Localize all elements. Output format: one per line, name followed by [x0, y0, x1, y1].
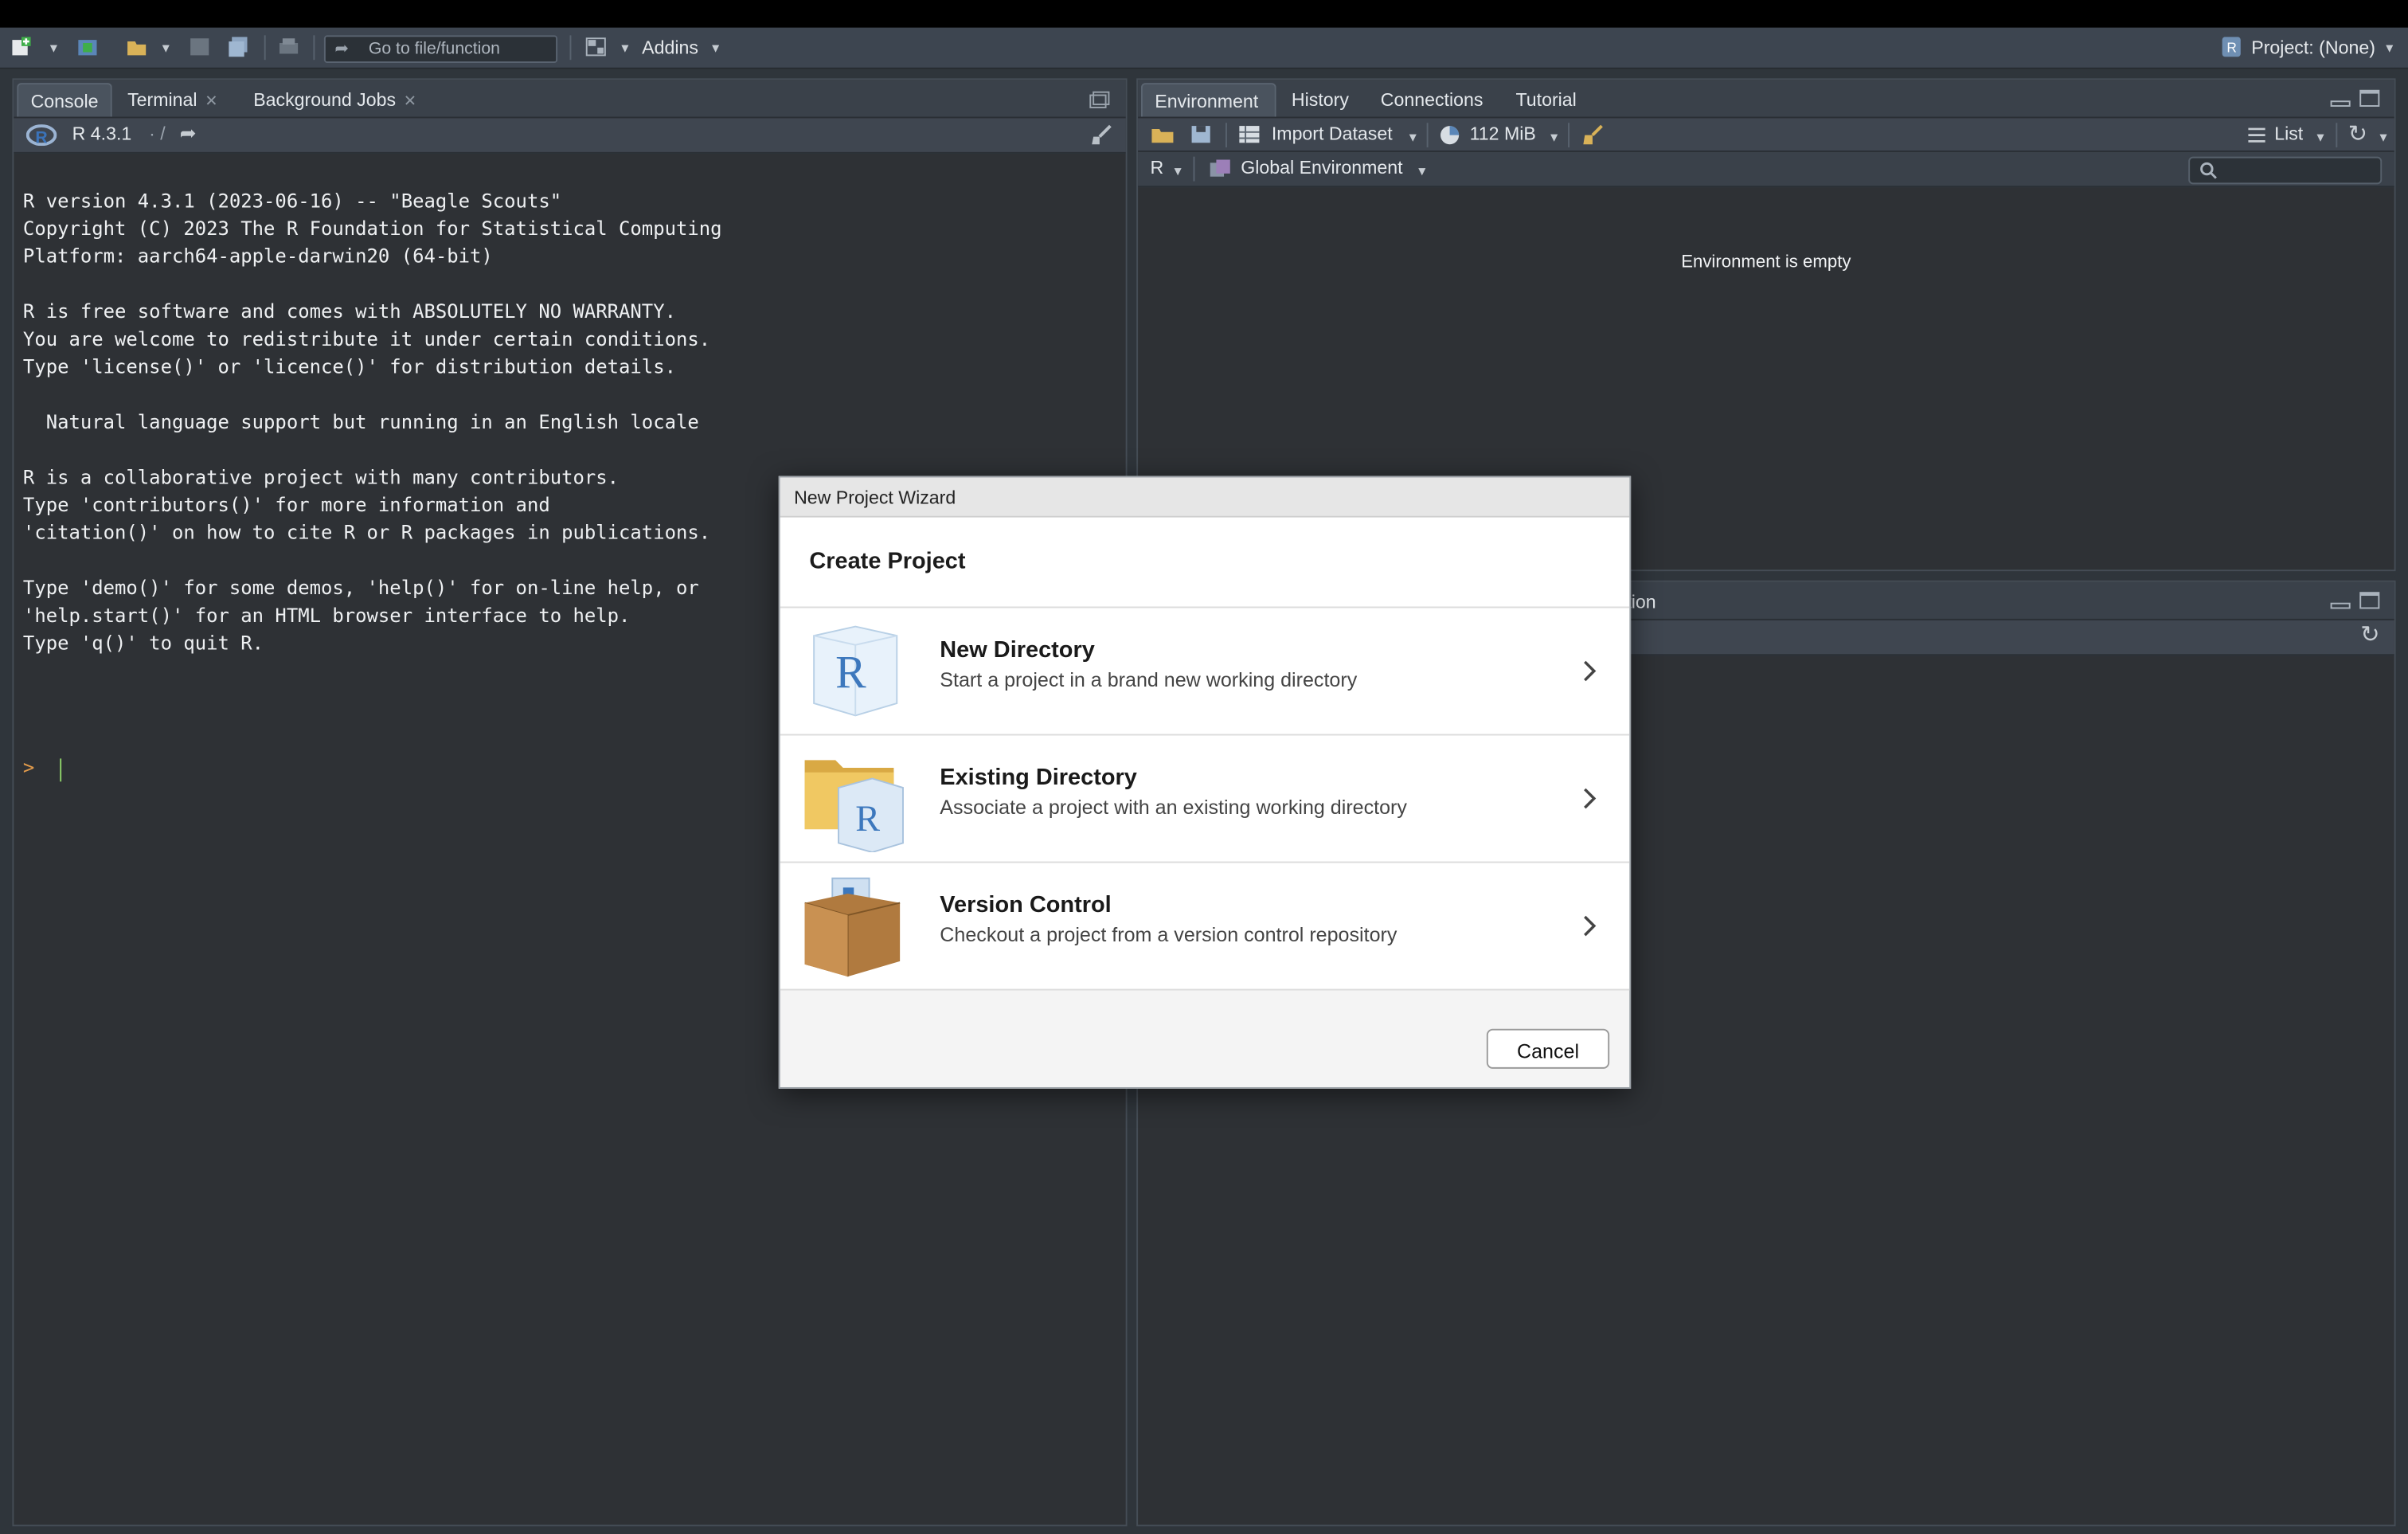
svg-text:R: R [35, 128, 47, 146]
tab-terminal[interactable]: Terminal ✕ [115, 83, 238, 116]
option-description: Checkout a project from a version contro… [940, 922, 1398, 946]
tab-history[interactable]: History [1279, 83, 1365, 116]
dialog-titlebar: New Project Wizard [780, 477, 1630, 518]
chevron-right-icon [1584, 788, 1597, 809]
open-folder-icon[interactable] [126, 37, 147, 57]
chevron-down-icon[interactable]: ▼ [2377, 131, 2389, 144]
svg-text:R: R [835, 647, 866, 699]
addins-menu[interactable]: Addins [642, 37, 698, 58]
refresh-icon[interactable]: ↻ [2360, 620, 2379, 648]
save-icon[interactable] [189, 37, 210, 57]
existing-directory-option[interactable]: R Existing Directory Associate a project… [780, 735, 1630, 863]
chevron-down-icon[interactable]: ▼ [160, 41, 172, 55]
svg-text:R: R [2226, 40, 2237, 56]
menu-bar [0, 0, 2408, 28]
option-title: Version Control [940, 892, 1112, 918]
chevron-down-icon[interactable]: ▼ [48, 41, 60, 55]
goto-arrow-icon: ➦ [334, 40, 350, 59]
scope-dropdown[interactable]: Global Environment [1241, 157, 1402, 178]
chevron-down-icon[interactable]: ▼ [1407, 131, 1419, 144]
box-icon [804, 877, 901, 977]
chevron-down-icon[interactable]: ▼ [1171, 164, 1183, 178]
goto-file-input[interactable]: ➦ Go to file/function [323, 35, 558, 64]
project-icon: R [2222, 37, 2241, 57]
tab-environment[interactable]: Environment [1140, 83, 1276, 117]
import-dataset-icon [1239, 126, 1260, 143]
restore-pane-icon[interactable] [1089, 91, 1110, 109]
refresh-icon[interactable]: ↻ [2348, 119, 2367, 147]
dialog-title: New Project Wizard [794, 487, 956, 509]
console-tabstrip: Console Terminal ✕ Background Jobs ✕ [14, 80, 1126, 117]
list-view-icon [2248, 127, 2265, 143]
version-control-option[interactable]: Version Control Checkout a project from … [780, 863, 1630, 991]
svg-text:R: R [855, 799, 880, 839]
create-project-header: Create Project [780, 517, 1630, 609]
cancel-button[interactable]: Cancel [1486, 1028, 1610, 1069]
chevron-down-icon[interactable]: ▼ [2314, 131, 2326, 144]
maximize-pane-icon[interactable] [2359, 591, 2380, 609]
r-logo-icon: R [25, 124, 57, 146]
folder-r-icon: R [804, 760, 904, 853]
option-description: Associate a project with an existing wor… [940, 795, 1407, 819]
console-output: R version 4.3.1 (2023-06-16) -- "Beagle … [22, 189, 722, 655]
memory-usage-label[interactable]: 112 MiB [1470, 123, 1536, 144]
tab-tutorial[interactable]: Tutorial [1503, 83, 1601, 116]
option-title: Existing Directory [940, 765, 1137, 791]
close-icon[interactable]: ✕ [205, 94, 217, 111]
text-cursor [60, 758, 62, 782]
global-environment-icon [1210, 159, 1230, 177]
project-menu[interactable]: Project: (None) [2251, 37, 2375, 58]
chevron-down-icon[interactable]: ▼ [1548, 131, 1560, 144]
save-all-icon[interactable] [227, 37, 248, 57]
new-project-wizard-dialog: New Project Wizard Create Project R New … [778, 475, 1632, 1089]
console-prompt[interactable]: > [23, 756, 34, 779]
print-icon[interactable] [278, 37, 299, 57]
save-workspace-icon[interactable] [1190, 124, 1212, 144]
environment-scope-bar: R ▼ Global Environment ▼ [1138, 150, 2394, 188]
environment-empty-message: Environment is empty [1681, 253, 1851, 272]
load-workspace-icon[interactable] [1150, 124, 1175, 144]
environment-toolbar: Import Dataset ▼ 112 MiB ▼ List ▼ ↻ ▼ [1138, 116, 2394, 154]
r-version-label: R 4.3.1 [72, 123, 132, 145]
working-dir-path[interactable]: · / [149, 123, 166, 144]
maximize-pane-icon[interactable] [2359, 89, 2380, 108]
clear-environment-icon[interactable] [1580, 123, 1605, 147]
chevron-down-icon[interactable]: ▼ [619, 41, 631, 55]
chevron-down-icon[interactable]: ▼ [2383, 41, 2395, 55]
r-cube-icon: R [813, 625, 898, 717]
search-icon [2200, 162, 2217, 179]
clear-console-icon[interactable] [1089, 123, 1113, 147]
chevron-right-icon [1584, 660, 1597, 682]
new-project-icon[interactable] [76, 37, 98, 57]
rstudio-window: ▼ ▼ ➦ Go to file/function ▼ Addins ▼ R P… [0, 0, 2408, 1534]
console-subbar: R R 4.3.1 · / ➦ [14, 116, 1126, 154]
go-to-dir-icon[interactable]: ➦ [180, 121, 197, 146]
memory-usage-icon [1440, 126, 1460, 145]
tab-connections[interactable]: Connections [1368, 83, 1500, 116]
option-title: New Directory [940, 637, 1095, 663]
tab-console[interactable]: Console [17, 83, 112, 117]
new-file-icon[interactable] [10, 37, 32, 57]
environment-search-input[interactable] [2188, 156, 2383, 185]
option-description: Start a project in a brand new working d… [940, 667, 1358, 691]
create-project-heading: Create Project [809, 548, 966, 575]
chevron-down-icon[interactable]: ▼ [710, 41, 721, 55]
language-dropdown[interactable]: R [1150, 157, 1163, 178]
view-mode-dropdown[interactable]: List [2274, 123, 2303, 144]
close-icon[interactable]: ✕ [404, 94, 416, 111]
minimize-pane-icon[interactable] [2330, 92, 2351, 108]
chevron-down-icon[interactable]: ▼ [1416, 164, 1428, 178]
tab-background-jobs[interactable]: Background Jobs ✕ [241, 83, 441, 116]
pane-layout-icon[interactable] [585, 37, 607, 57]
chevron-right-icon [1584, 915, 1597, 937]
main-toolbar: ▼ ▼ ➦ Go to file/function ▼ Addins ▼ R P… [0, 27, 2408, 69]
new-directory-option[interactable]: R New Directory Start a project in a bra… [780, 608, 1630, 736]
minimize-pane-icon[interactable] [2330, 594, 2351, 609]
environment-tabstrip: Environment History Connections Tutorial [1138, 80, 2394, 117]
import-dataset-button[interactable]: Import Dataset [1272, 123, 1393, 144]
